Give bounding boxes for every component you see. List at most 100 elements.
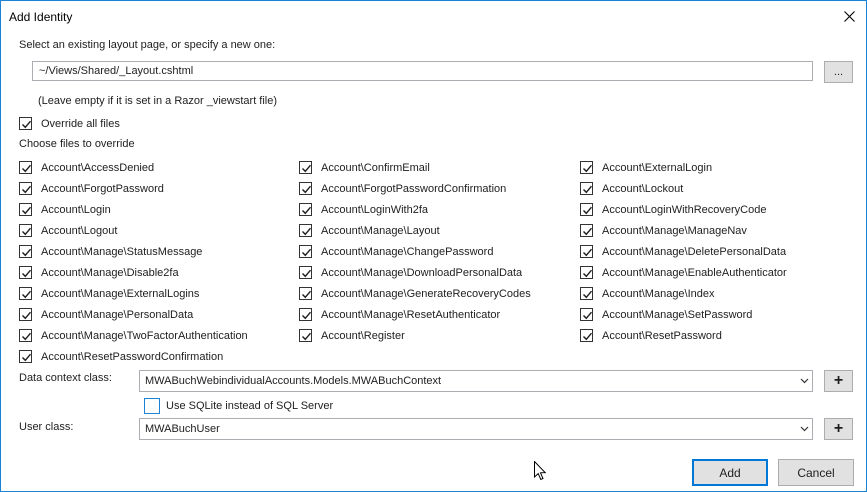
checkmark-icon: [302, 206, 312, 215]
file-checkbox-label: Account\Manage\ManageNav: [602, 225, 747, 237]
checkmark-icon: [22, 227, 32, 236]
file-checkbox-label: Account\Login: [41, 204, 111, 216]
checkmark-icon: [22, 353, 32, 362]
chevron-down-icon: [800, 426, 809, 432]
checkmark-icon: [22, 120, 32, 129]
file-checkbox-label: Account\Manage\Layout: [321, 225, 440, 237]
checkmark-icon: [22, 332, 32, 341]
file-checkbox[interactable]: [299, 224, 312, 237]
file-checkbox-label: Account\ExternalLogin: [602, 162, 713, 174]
add-identity-dialog: Add Identity Select an existing layout p…: [0, 0, 867, 492]
file-checkbox[interactable]: [19, 224, 32, 237]
file-checkbox-label: Account\Manage\Index: [602, 288, 715, 300]
checkmark-icon: [583, 311, 593, 320]
title-bar: Add Identity: [1, 1, 866, 32]
layout-hint: (Leave empty if it is set in a Razor _vi…: [38, 95, 278, 107]
add-user-class-button[interactable]: +: [824, 418, 853, 440]
file-checkbox-label: Account\Manage\ExternalLogins: [41, 288, 200, 300]
file-checkbox[interactable]: [19, 182, 32, 195]
file-checkbox[interactable]: [299, 161, 312, 174]
checkmark-icon: [302, 311, 312, 320]
file-checkbox-label: Account\ForgotPasswordConfirmation: [321, 183, 507, 195]
checkmark-icon: [302, 248, 312, 257]
file-checkbox[interactable]: [580, 287, 593, 300]
checkmark-icon: [583, 248, 593, 257]
choose-files-label: Choose files to override: [19, 138, 135, 150]
checkmark-icon: [22, 164, 32, 173]
file-checkbox[interactable]: [580, 266, 593, 279]
file-checkbox[interactable]: [19, 308, 32, 321]
file-checkbox[interactable]: [299, 266, 312, 279]
file-checkbox-label: Account\Lockout: [602, 183, 684, 195]
file-checkbox-label: Account\Logout: [41, 225, 118, 237]
file-checkbox[interactable]: [580, 161, 593, 174]
sqlite-checkbox[interactable]: [144, 398, 160, 414]
file-checkbox[interactable]: [19, 350, 32, 363]
close-icon: [843, 11, 855, 22]
file-checkbox[interactable]: [19, 203, 32, 216]
checkmark-icon: [302, 185, 312, 194]
file-checkbox[interactable]: [19, 287, 32, 300]
file-checkbox[interactable]: [19, 266, 32, 279]
dialog-title: Add Identity: [9, 10, 73, 24]
sqlite-label: Use SQLite instead of SQL Server: [166, 400, 334, 412]
chevron-down-icon: [800, 378, 809, 384]
file-checkbox[interactable]: [299, 182, 312, 195]
file-checkbox-label: Account\ResetPassword: [602, 330, 722, 342]
add-data-context-button[interactable]: +: [824, 370, 853, 392]
file-checkbox-label: Account\ResetPasswordConfirmation: [41, 351, 224, 363]
file-checkbox[interactable]: [580, 245, 593, 258]
file-checkbox-label: Account\Manage\ResetAuthenticator: [321, 309, 501, 321]
checkmark-icon: [583, 227, 593, 236]
checkmark-icon: [583, 332, 593, 341]
checkmark-icon: [22, 290, 32, 299]
user-class-select[interactable]: MWABuchUser: [139, 418, 813, 440]
file-checkbox[interactable]: [580, 203, 593, 216]
override-all-label: Override all files: [41, 118, 120, 130]
file-checkbox[interactable]: [299, 287, 312, 300]
file-checkbox-label: Account\Manage\GenerateRecoveryCodes: [321, 288, 531, 300]
file-checkbox-label: Account\ConfirmEmail: [321, 162, 430, 174]
file-checkbox[interactable]: [299, 308, 312, 321]
file-checkbox-label: Account\Manage\DownloadPersonalData: [321, 267, 523, 279]
checkmark-icon: [583, 290, 593, 299]
user-class-label: User class:: [19, 421, 74, 433]
file-checkbox[interactable]: [19, 329, 32, 342]
close-button[interactable]: [832, 1, 866, 32]
layout-path-input[interactable]: ~/Views/Shared/_Layout.cshtml: [32, 61, 813, 81]
file-checkbox-label: Account\Manage\SetPassword: [602, 309, 753, 321]
data-context-select[interactable]: MWABuchWebindividualAccounts.Models.MWAB…: [139, 370, 813, 392]
file-checkbox-label: Account\Manage\ChangePassword: [321, 246, 494, 258]
file-checkbox-label: Account\ForgotPassword: [41, 183, 164, 195]
file-checkbox[interactable]: [19, 245, 32, 258]
file-checkbox-label: Account\Register: [321, 330, 405, 342]
file-checkbox[interactable]: [299, 203, 312, 216]
file-checkbox[interactable]: [580, 308, 593, 321]
file-checkbox-label: Account\Manage\Disable2fa: [41, 267, 179, 279]
layout-prompt: Select an existing layout page, or speci…: [19, 39, 276, 51]
browse-button[interactable]: ...: [824, 61, 853, 83]
cancel-button[interactable]: Cancel: [778, 459, 854, 486]
file-checkbox[interactable]: [580, 182, 593, 195]
file-checkbox-label: Account\LoginWithRecoveryCode: [602, 204, 767, 216]
file-checkbox[interactable]: [580, 329, 593, 342]
file-checkbox[interactable]: [580, 224, 593, 237]
data-context-label: Data context class:: [19, 372, 112, 384]
checkmark-icon: [22, 311, 32, 320]
checkmark-icon: [22, 248, 32, 257]
checkmark-icon: [302, 269, 312, 278]
checkmark-icon: [302, 332, 312, 341]
data-context-value: MWABuchWebindividualAccounts.Models.MWAB…: [145, 375, 442, 387]
file-checkbox-label: Account\Manage\DeletePersonalData: [602, 246, 787, 258]
file-checkbox[interactable]: [299, 329, 312, 342]
file-checkbox-label: Account\Manage\PersonalData: [41, 309, 194, 321]
add-button[interactable]: Add: [692, 459, 768, 486]
checkmark-icon: [302, 164, 312, 173]
file-checkbox[interactable]: [19, 161, 32, 174]
file-checkbox[interactable]: [299, 245, 312, 258]
checkmark-icon: [22, 269, 32, 278]
file-checkbox-label: Account\Manage\StatusMessage: [41, 246, 203, 258]
override-all-checkbox[interactable]: [19, 117, 32, 130]
mouse-cursor-icon: [534, 461, 546, 481]
checkmark-icon: [22, 206, 32, 215]
